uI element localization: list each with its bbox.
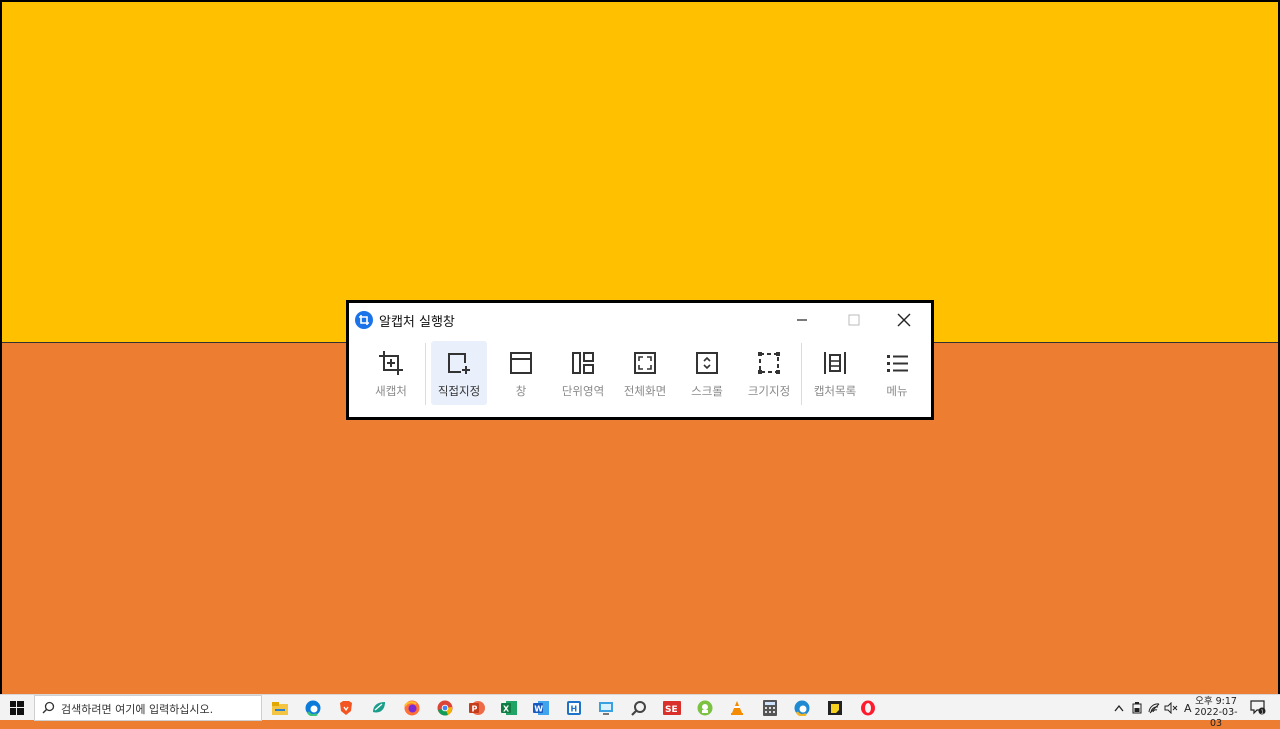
title-bar[interactable]: 알캡처 실행창 [349,303,931,337]
powerpoint-icon[interactable]: P [467,698,487,718]
svg-text:P: P [472,705,478,714]
rect-plus-icon [448,353,470,374]
custom-region-button[interactable]: 직접지정 [431,341,487,405]
word-icon[interactable]: W [531,698,551,718]
app-green-circle-icon[interactable] [695,698,715,718]
taskbar-search-box[interactable]: 검색하려면 여기에 입력하십시오. [34,695,262,721]
wifi-icon[interactable] [1148,702,1160,714]
maximize-button[interactable] [831,307,877,333]
tool-label: 크기지정 [747,384,791,398]
chrome-icon[interactable] [435,698,455,718]
window-capture-button[interactable]: 창 [493,341,549,405]
chevron-up-icon[interactable] [1114,704,1124,712]
minimize-icon [797,319,807,321]
clock-time: 오후 9:17 [1195,696,1237,707]
svg-text:SE: SE [665,705,678,715]
sticky-notes-icon[interactable] [825,698,845,718]
tool-label: 새캡처 [375,384,407,398]
region-icon [572,352,594,374]
desktop-top-band [2,2,1278,343]
window-title: 알캡처 실행창 [379,315,455,330]
file-explorer-icon[interactable] [270,698,290,718]
svg-text:H: H [571,705,578,714]
excel-icon[interactable]: X [499,698,519,718]
tool-label: 메뉴 [886,384,908,398]
fullscreen-button[interactable]: 전체화면 [617,341,673,405]
taskbar-clock[interactable]: 오후 9:17 2022-03-03 [1190,696,1242,729]
taskbar: 검색하려면 여기에 입력하십시오. P X W H SE A 오후 9:17 2… [0,694,1280,729]
edge-beta-icon[interactable] [792,698,812,718]
maximize-icon [848,314,860,326]
capture-list-button[interactable]: 캡처목록 [807,341,863,405]
start-button[interactable] [0,695,34,721]
search-icon [42,701,55,714]
svg-text:X: X [503,705,510,714]
capture-toolbar: 새캡처 직접지정 창 단위영역 전체화면 스크롤 크기지정 캡처목록 메뉴 [349,339,931,409]
size-icon [758,352,780,374]
crop-plus-icon [379,351,403,375]
battery-icon[interactable] [1132,702,1142,714]
notification-center-button[interactable]: 1 [1250,699,1266,715]
search-app-icon[interactable] [629,698,649,718]
scroll-icon [696,352,718,374]
edge-icon[interactable] [303,698,323,718]
calculator-icon[interactable] [760,698,780,718]
volume-muted-icon[interactable] [1164,702,1178,714]
alcapture-logo-icon [355,311,373,329]
alcapture-window: 알캡처 실행창 새캡처 직접지정 창 단위영역 전체화면 스크롤 크기지정 캡처… [346,300,934,420]
capture-list-icon [824,352,846,374]
menu-icon [887,355,908,372]
close-button[interactable] [881,307,927,333]
clock-date: 2022-03-03 [1194,707,1238,729]
app-green-icon[interactable] [369,698,389,718]
fullscreen-icon [634,352,656,374]
opera-icon[interactable] [858,698,878,718]
window-icon [510,352,532,374]
minimize-button[interactable] [779,307,825,333]
app-red-se-icon[interactable]: SE [662,698,682,718]
brave-icon[interactable] [336,698,356,718]
svg-text:1: 1 [1261,709,1264,715]
size-capture-button[interactable]: 크기지정 [741,341,797,405]
remote-desktop-icon[interactable] [596,698,616,718]
svg-text:W: W [534,705,543,714]
close-icon [897,313,911,327]
vlc-icon[interactable] [727,698,747,718]
search-placeholder: 검색하려면 여기에 입력하십시오. [61,703,214,716]
windows-logo-icon [10,701,24,715]
notification-icon: 1 [1250,700,1266,715]
new-capture-button[interactable]: 새캡처 [363,341,419,405]
firefox-icon[interactable] [402,698,422,718]
system-tray: A [1114,695,1192,721]
hangul-icon[interactable]: H [564,698,584,718]
menu-button[interactable]: 메뉴 [869,341,925,405]
unit-region-button[interactable]: 단위영역 [555,341,611,405]
scroll-capture-button[interactable]: 스크롤 [679,341,735,405]
